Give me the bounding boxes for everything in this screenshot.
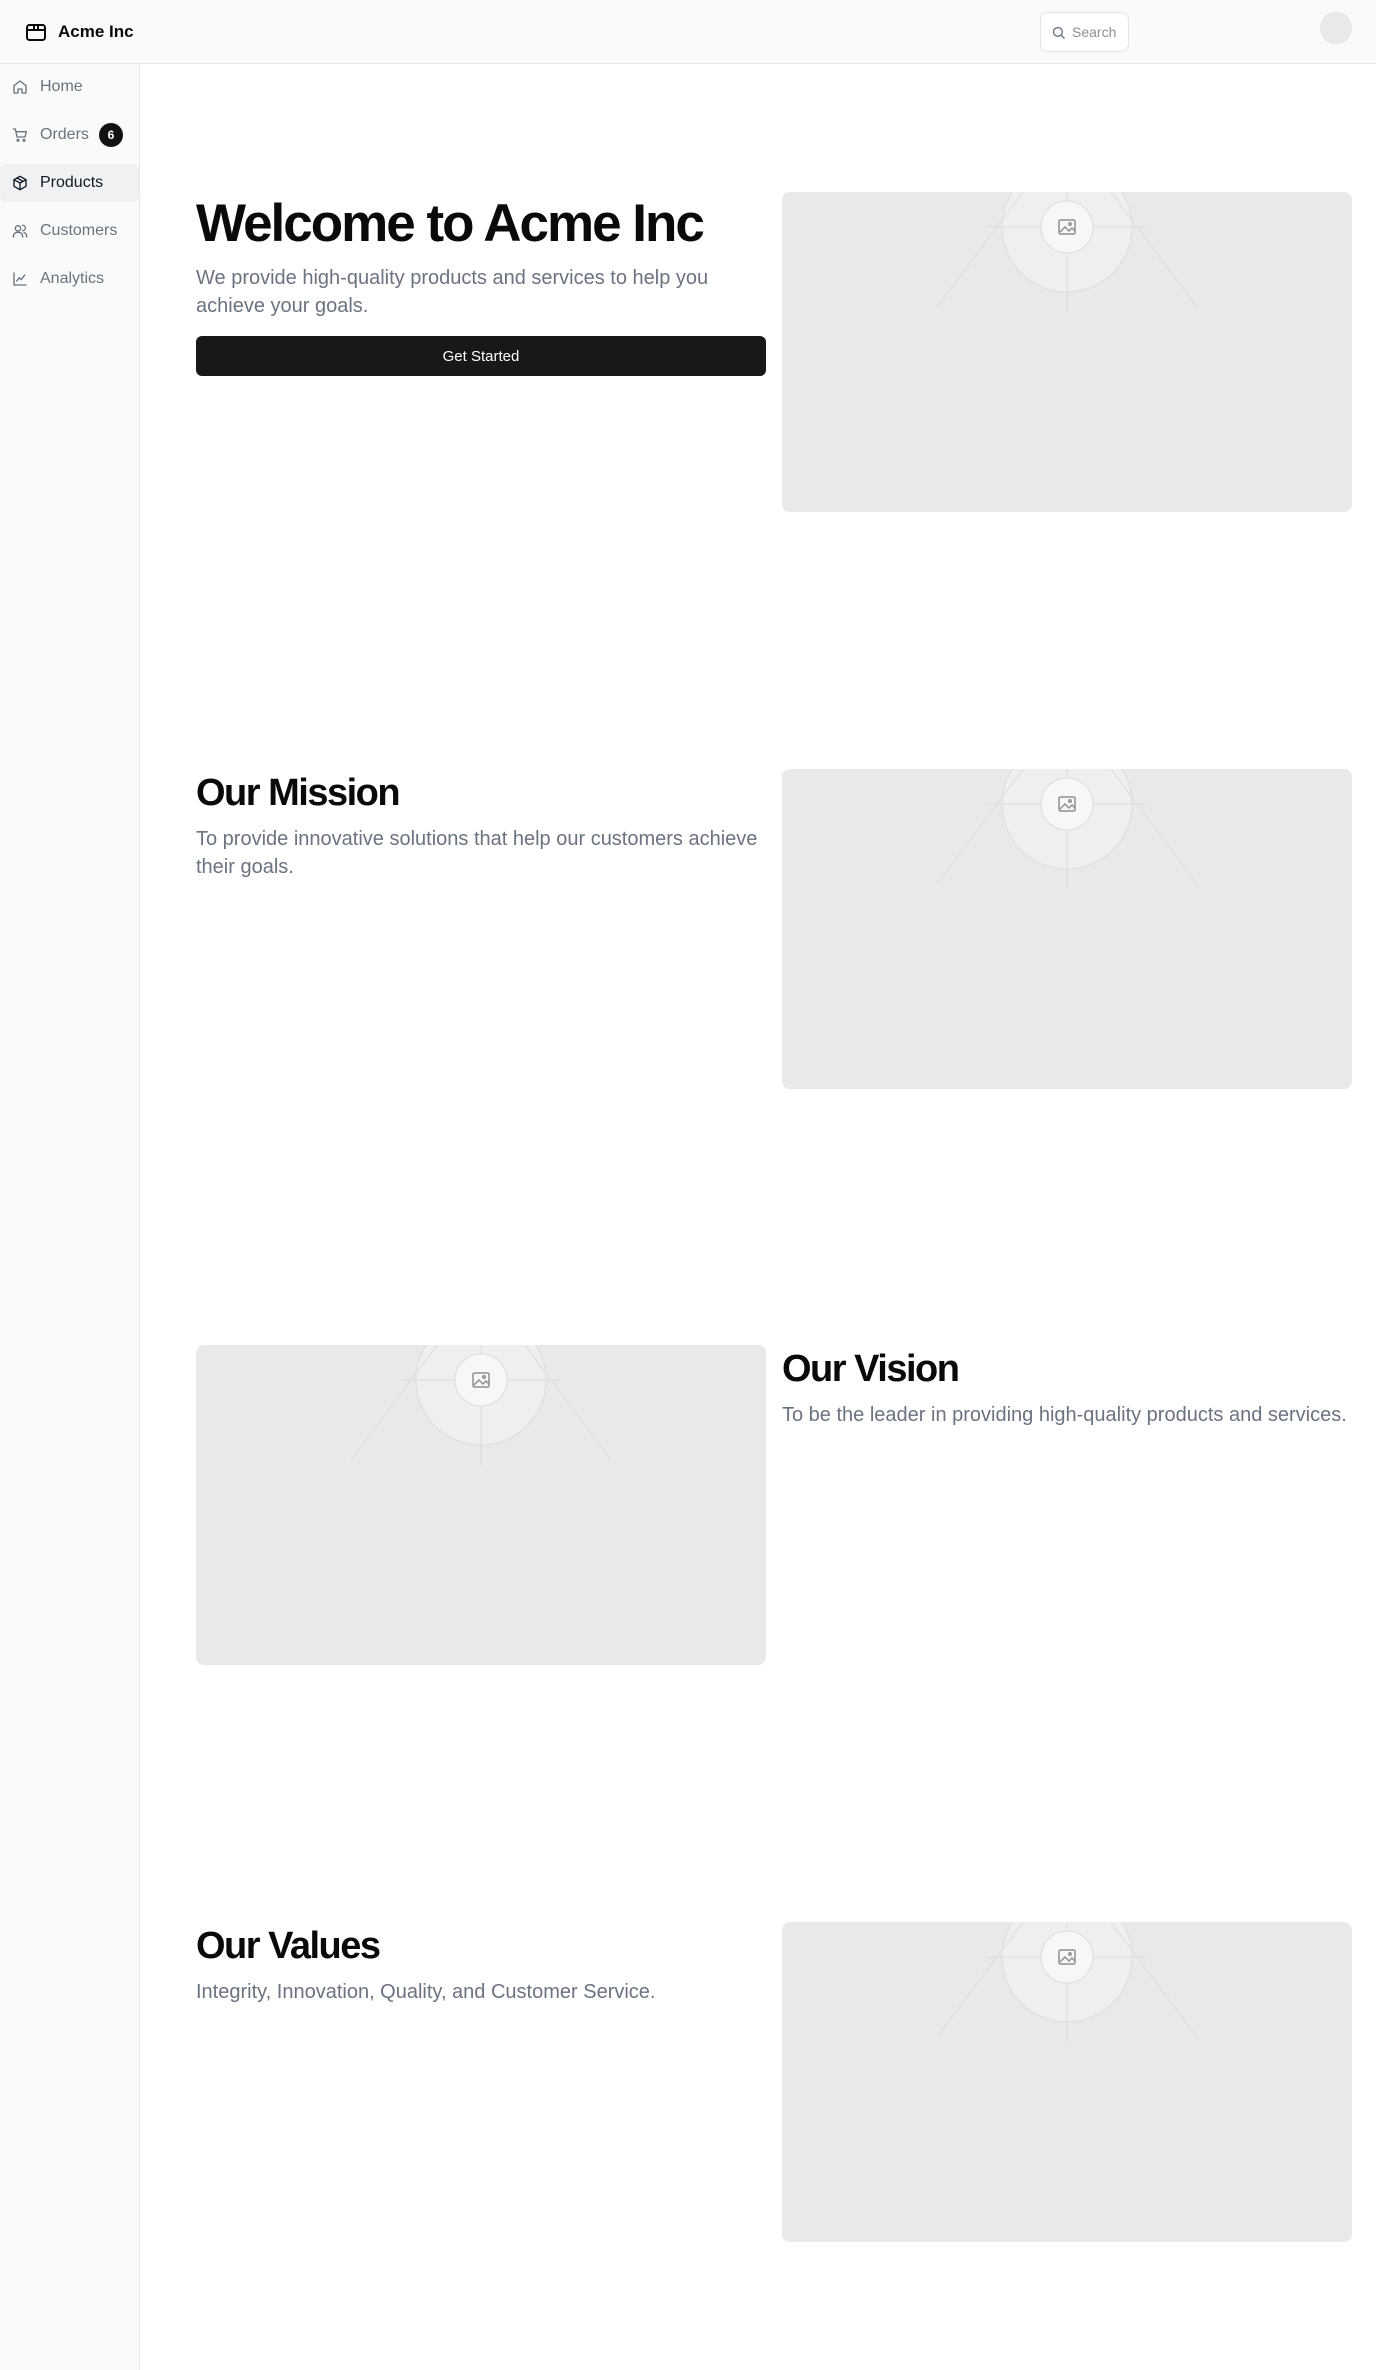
line-chart-icon <box>13 272 27 286</box>
hero-text: Welcome to Acme Inc We provide high-qual… <box>196 192 766 376</box>
sidebar-item-label: Home <box>40 78 83 95</box>
orders-count-badge: 6 <box>98 123 123 147</box>
vision-title: Our Vision <box>782 1348 960 1390</box>
sidebar: Home Orders 6 Products Customers Analyti… <box>0 64 140 2370</box>
sidebar-item-analytics[interactable]: Analytics <box>0 260 139 298</box>
mission-section: Our Mission To provide innovative soluti… <box>196 769 1352 1089</box>
hero-title: Welcome to Acme Inc <box>196 194 705 253</box>
top-header: Acme Inc <box>0 0 1376 64</box>
values-title: Our Values <box>196 1925 381 1967</box>
sidebar-item-products[interactable]: Products <box>0 164 139 202</box>
values-image-placeholder <box>782 1922 1352 2242</box>
sidebar-item-label: Analytics <box>40 270 105 287</box>
values-section: Our Values Integrity, Innovation, Qualit… <box>196 1922 1352 2242</box>
mission-image-placeholder <box>782 769 1352 1089</box>
vision-section: Our Vision To be the leader in providing… <box>196 1345 1352 1665</box>
sidebar-item-label: Products <box>40 174 104 191</box>
mission-text: Our Mission To provide innovative soluti… <box>196 769 766 881</box>
search-box[interactable] <box>1040 12 1129 52</box>
vision-image-placeholder <box>196 1345 766 1665</box>
package-logo-icon <box>26 24 46 41</box>
placeholder-image-icon <box>936 769 1198 889</box>
mission-description: To provide innovative solutions that hel… <box>196 828 758 878</box>
home-icon <box>13 80 27 94</box>
search-input[interactable] <box>1072 24 1124 40</box>
users-icon <box>12 224 28 238</box>
hero-description: We provide high-quality products and ser… <box>196 267 709 317</box>
brand-link[interactable]: Acme Inc <box>24 18 134 46</box>
sidebar-nav: Home Orders 6 Products Customers Analyti… <box>0 68 139 308</box>
brand-name: Acme Inc <box>58 22 134 41</box>
sidebar-item-home[interactable]: Home <box>0 68 139 106</box>
placeholder-image-icon <box>936 192 1198 312</box>
cart-icon <box>12 128 27 142</box>
sidebar-item-orders[interactable]: Orders 6 <box>0 116 139 154</box>
values-text: Our Values Integrity, Innovation, Qualit… <box>196 1922 766 2006</box>
search-icon <box>1052 26 1065 39</box>
avatar[interactable] <box>1320 12 1352 44</box>
placeholder-image-icon <box>350 1345 612 1465</box>
placeholder-image-icon <box>936 1922 1198 2042</box>
vision-description: To be the leader in providing high-quali… <box>782 1404 1347 1426</box>
values-description: Integrity, Innovation, Quality, and Cust… <box>196 1981 656 2003</box>
package-icon <box>13 175 27 191</box>
get-started-button[interactable]: Get Started <box>196 336 766 376</box>
sidebar-item-label: Customers <box>40 222 118 239</box>
sidebar-item-label: Orders <box>40 126 89 143</box>
hero-image-placeholder <box>782 192 1352 512</box>
vision-text: Our Vision To be the leader in providing… <box>782 1345 1352 1429</box>
hero-section: Welcome to Acme Inc We provide high-qual… <box>196 192 1352 512</box>
mission-title: Our Mission <box>196 772 401 814</box>
sidebar-item-customers[interactable]: Customers <box>0 212 139 250</box>
